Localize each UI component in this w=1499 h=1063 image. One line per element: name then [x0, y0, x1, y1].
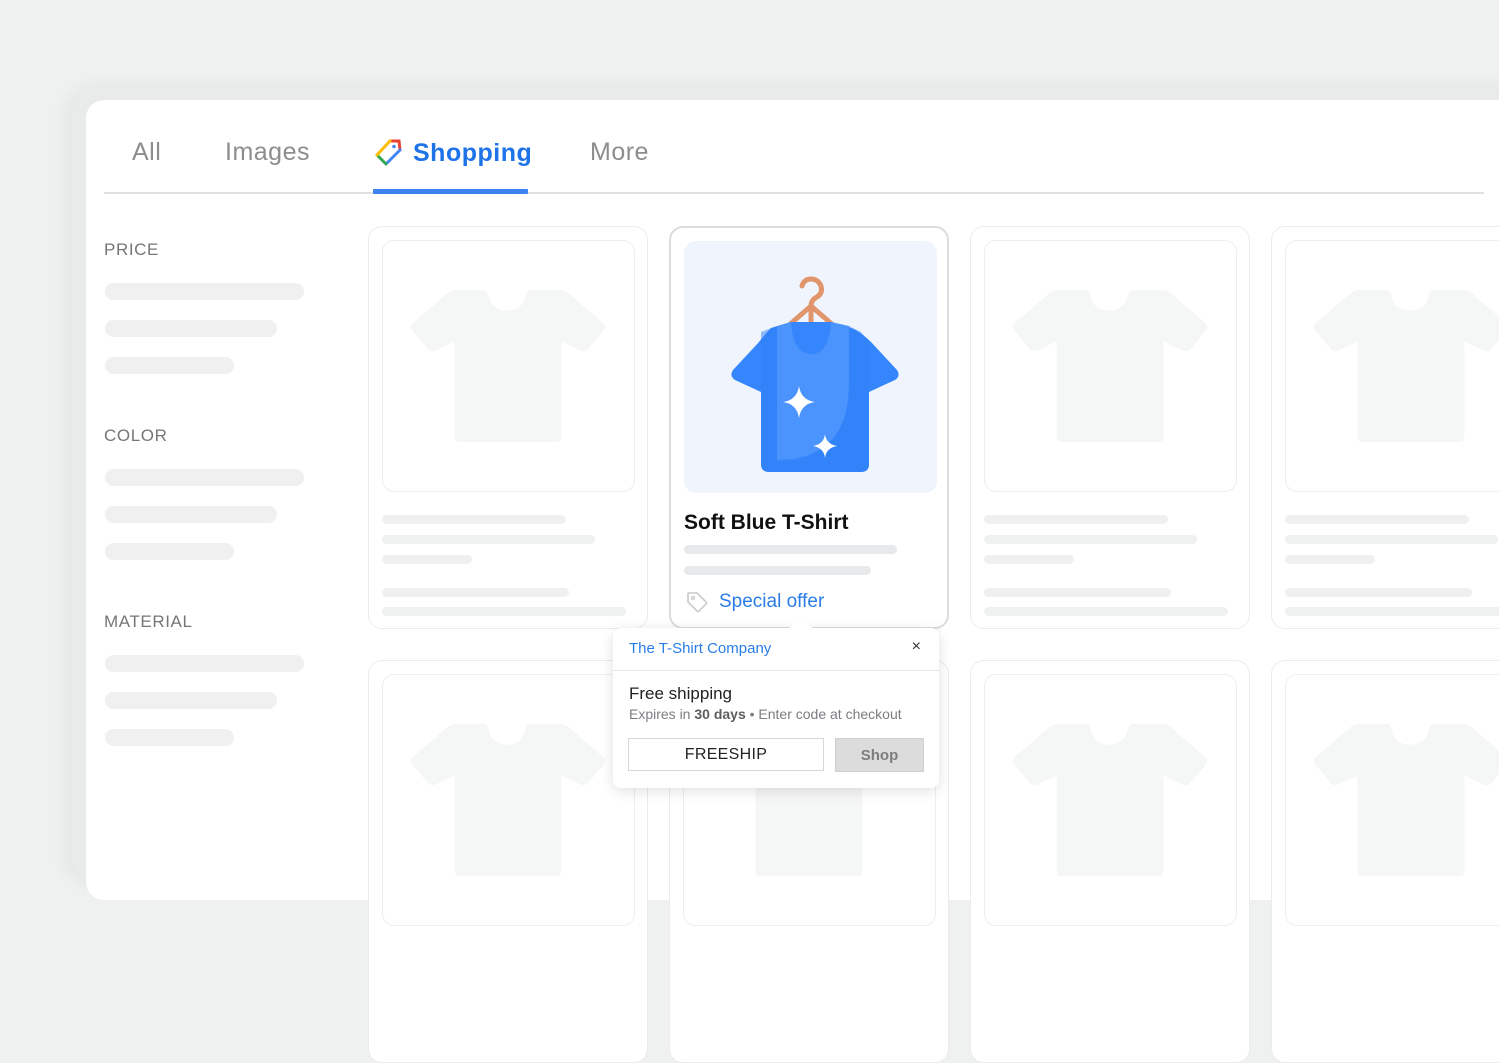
tab-more[interactable]: More [590, 138, 649, 167]
tshirt-placeholder-icon [1313, 721, 1499, 879]
tab-all[interactable]: All [132, 138, 161, 167]
expires-value: 30 days [694, 706, 745, 722]
tabs-divider [104, 192, 1484, 194]
product-image-placeholder [382, 674, 635, 926]
text-placeholder [1285, 607, 1499, 616]
blue-tshirt-icon [711, 262, 911, 472]
text-placeholder [382, 588, 569, 597]
product-card-placeholder[interactable] [368, 226, 648, 629]
shopping-tag-icon [373, 138, 403, 168]
active-tab-indicator [373, 189, 528, 194]
filter-option-placeholder[interactable] [105, 692, 277, 709]
filter-title: PRICE [104, 240, 324, 262]
tshirt-placeholder-icon [410, 287, 608, 445]
product-image-placeholder [1285, 674, 1499, 926]
text-placeholder [984, 555, 1074, 564]
close-icon[interactable]: × [912, 638, 921, 656]
text-placeholder [984, 588, 1171, 597]
text-placeholder [382, 607, 626, 616]
tshirt-placeholder-icon [410, 721, 608, 879]
filter-title: COLOR [104, 426, 324, 448]
tab-shopping-label: Shopping [413, 139, 532, 168]
text-placeholder [684, 566, 871, 575]
expires-suffix: • Enter code at checkout [746, 706, 902, 722]
product-card-placeholder[interactable] [1271, 660, 1499, 1063]
text-placeholder [984, 535, 1197, 544]
product-card-placeholder[interactable] [1271, 226, 1499, 629]
tab-shopping[interactable]: Shopping [373, 138, 532, 168]
product-image [684, 241, 937, 493]
product-card-placeholder[interactable] [368, 660, 648, 1063]
text-placeholder [382, 535, 595, 544]
tshirt-placeholder-icon [1012, 287, 1210, 445]
filter-option-placeholder[interactable] [105, 283, 304, 300]
shop-button[interactable]: Shop [835, 738, 924, 772]
product-title[interactable]: Soft Blue T-Shirt [684, 511, 849, 535]
tab-images[interactable]: Images [225, 138, 310, 167]
special-offer-label: Special offer [719, 591, 824, 613]
text-placeholder [684, 545, 897, 554]
product-image-placeholder [984, 240, 1237, 492]
filter-option-placeholder[interactable] [105, 320, 277, 337]
text-placeholder [1285, 588, 1472, 597]
text-placeholder [382, 555, 472, 564]
filter-title: MATERIAL [104, 612, 324, 634]
expires-prefix: Expires in [629, 706, 694, 722]
filter-group-material: MATERIAL [104, 612, 324, 798]
text-placeholder [984, 607, 1228, 616]
text-placeholder [1285, 555, 1375, 564]
filter-group-color: COLOR [104, 426, 324, 612]
filters-sidebar: PRICE COLOR MATERIAL [104, 240, 324, 798]
offer-details: Expires in 30 days • Enter code at check… [629, 706, 902, 722]
text-placeholder [1285, 515, 1469, 524]
merchant-link[interactable]: The T-Shirt Company [629, 640, 771, 657]
tag-icon [685, 590, 709, 614]
filter-option-placeholder[interactable] [105, 506, 277, 523]
popover-header: The T-Shirt Company × [613, 628, 939, 671]
search-tabs: All Images Shopping More [104, 128, 1484, 194]
product-image-placeholder [382, 240, 635, 492]
product-card-featured[interactable]: Soft Blue T-Shirt Special offer [669, 226, 949, 629]
tshirt-placeholder-icon [1313, 287, 1499, 445]
filter-option-placeholder[interactable] [105, 655, 304, 672]
filter-option-placeholder[interactable] [105, 357, 234, 374]
text-placeholder [1285, 535, 1498, 544]
filter-group-price: PRICE [104, 240, 324, 426]
filter-option-placeholder[interactable] [105, 543, 234, 560]
filter-option-placeholder[interactable] [105, 729, 234, 746]
filter-option-placeholder[interactable] [105, 469, 304, 486]
special-offer-link[interactable]: Special offer [685, 590, 824, 614]
promo-code-field[interactable]: FREESHIP [628, 738, 824, 771]
product-image-placeholder [984, 674, 1237, 926]
product-card-placeholder[interactable] [970, 226, 1250, 629]
product-image-placeholder [1285, 240, 1499, 492]
offer-title: Free shipping [629, 684, 732, 704]
text-placeholder [984, 515, 1168, 524]
product-card-placeholder[interactable] [970, 660, 1250, 1063]
offer-popover: The T-Shirt Company × Free shipping Expi… [613, 628, 939, 788]
text-placeholder [382, 515, 566, 524]
tshirt-placeholder-icon [1012, 721, 1210, 879]
